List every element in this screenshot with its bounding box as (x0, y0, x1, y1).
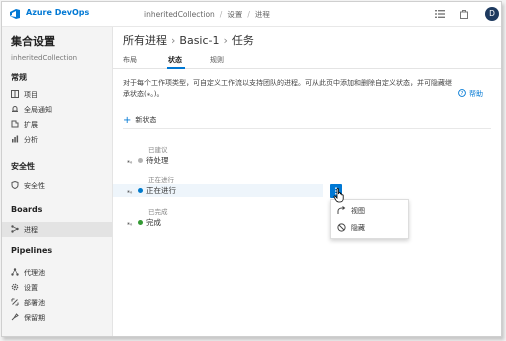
sidebar-item-process[interactable]: 进程 (2, 222, 112, 237)
inherited-state-icon: ⁎。 (127, 188, 135, 194)
svg-text:⁎。: ⁎。 (127, 188, 135, 194)
brand-name[interactable]: Azure DevOps (26, 8, 89, 17)
inherited-state-icon: ⁎。 (127, 158, 135, 164)
shopping-bag-icon[interactable] (459, 9, 469, 19)
menu-item-hide[interactable]: 隐藏 (331, 220, 408, 236)
section-pipelines-title: Pipelines (11, 246, 53, 255)
tab-states[interactable]: 状态 (168, 55, 182, 65)
tab-rules[interactable]: 规则 (210, 55, 224, 65)
state-color-dot (138, 188, 143, 193)
org-settings-title: 集合设置 (11, 35, 55, 48)
sidebar-item-projects[interactable]: 项目 (2, 87, 112, 102)
state-color-dot (138, 220, 143, 225)
sidebar-item-agent-pools[interactable]: 代理池 (2, 265, 112, 280)
deployment-pools-icon (11, 298, 19, 306)
breadcrumb-process-name[interactable]: Basic-1 (179, 34, 219, 47)
main-content: 所有进程 › Basic-1 › 任务 布局 状态 规则 对于每个工作项类型，可自定义工… (113, 27, 501, 336)
state-row-active[interactable]: ⁎。 正在进行 (113, 184, 323, 197)
category-completed-label: 已完成 (148, 208, 168, 216)
sidebar-item-label: 分析 (24, 136, 38, 144)
menu-item-label: 视图 (351, 207, 365, 215)
retention-icon (11, 313, 19, 321)
sidebar-item-label: 代理池 (24, 269, 45, 277)
breadcrumb-settings[interactable]: 设置 (227, 10, 242, 19)
inherited-state-icon: ⁎。 (127, 220, 135, 226)
state-row-done[interactable]: ⁎。 完成 (113, 216, 323, 229)
analytics-icon (12, 135, 19, 143)
sidebar-item-analytics[interactable]: 分析 (2, 132, 112, 147)
sidebar-item-label: 安全性 (24, 182, 45, 190)
sidebar-item-label: 项目 (24, 91, 38, 99)
svg-text:⁎。: ⁎。 (127, 158, 135, 164)
breadcrumb: inheritedCollection / 设置 / 进程 (144, 9, 270, 20)
new-state-button[interactable]: + 新状态 (123, 115, 156, 126)
sidebar-item-deployment-pools[interactable]: 部署池 (2, 295, 112, 310)
sidebar-item-settings[interactable]: 设置 (2, 280, 112, 295)
category-in-progress-label: 正在进行 (148, 176, 174, 184)
top-bar: Azure DevOps inheritedCollection / 设置 / 进程 D (2, 2, 501, 27)
help-link[interactable]: ? 帮助 (458, 89, 483, 99)
menu-item-label: 隐藏 (351, 224, 365, 232)
category-proposed-label: 已建议 (148, 146, 168, 154)
active-tab-indicator (167, 67, 185, 69)
new-state-label: 新状态 (135, 116, 157, 124)
tab-layout[interactable]: 布局 (123, 55, 137, 65)
notification-icon (12, 106, 18, 112)
sidebar-item-label: 全局通知 (24, 106, 52, 114)
svg-text:⁎。: ⁎。 (127, 220, 135, 226)
section-general-title: 常规 (11, 73, 27, 82)
breadcrumb-separator: / (219, 10, 223, 19)
state-name: 待处理 (146, 156, 169, 165)
sidebar-item-label: 部署池 (24, 299, 45, 307)
sidebar-item-retention[interactable]: 保留期 (2, 310, 112, 325)
state-color-dot (138, 158, 143, 163)
hand-cursor-icon (333, 188, 344, 203)
extensions-icon (11, 120, 19, 128)
sidebar-item-label: 保留期 (24, 314, 45, 322)
sidebar-item-extensions[interactable]: 扩展 (2, 117, 112, 132)
breadcrumb-work-item-type: 任务 (231, 34, 254, 47)
state-row-new[interactable]: ⁎。 待处理 (113, 154, 323, 167)
section-boards-title: Boards (11, 205, 43, 214)
menu-item-view[interactable]: 视图 (331, 203, 408, 219)
page-description: 对于每个工作项类型，可自定义工作流以支持团队的进程。可从此页中添加和删除自定义状… (123, 79, 452, 98)
azure-devops-logo-icon[interactable] (9, 8, 21, 20)
sidebar: 集合设置 inheritedCollection 常规 项目 全局通知 扩展 分… (2, 27, 113, 336)
projects-icon (11, 90, 19, 98)
section-security-title: 安全性 (11, 162, 35, 171)
chevron-right-icon: › (223, 34, 228, 47)
sidebar-item-label: 进程 (24, 226, 38, 234)
plus-icon: + (123, 115, 132, 126)
breadcrumb-process[interactable]: 进程 (255, 10, 270, 19)
svg-text:?: ? (461, 91, 464, 97)
sidebar-item-label: 设置 (24, 284, 38, 292)
breadcrumb-separator: / (247, 10, 250, 19)
sidebar-item-label: 扩展 (24, 121, 38, 129)
app-window: Azure DevOps inheritedCollection / 设置 / 进程 D… (1, 1, 502, 337)
process-icon (11, 225, 19, 233)
user-avatar[interactable]: D (485, 7, 499, 21)
breadcrumb-collection[interactable]: inheritedCollection (144, 10, 215, 19)
hide-icon (337, 223, 346, 232)
help-icon: ? (458, 89, 466, 97)
divider (123, 128, 491, 129)
help-label: 帮助 (469, 90, 483, 98)
state-context-menu: 视图 隐藏 (330, 199, 409, 239)
org-settings-subtitle: inheritedCollection (11, 54, 78, 62)
shield-icon (11, 181, 19, 189)
breadcrumb-all-processes[interactable]: 所有进程 (123, 34, 167, 47)
list-icon[interactable] (435, 9, 445, 19)
view-icon (337, 206, 346, 214)
page-title: 所有进程 › Basic-1 › 任务 (123, 32, 254, 48)
state-name: 完成 (146, 218, 161, 227)
agent-pools-icon (11, 268, 19, 276)
sidebar-item-security[interactable]: 安全性 (2, 178, 112, 193)
sidebar-item-global-notifications[interactable]: 全局通知 (2, 102, 112, 117)
state-name: 正在进行 (146, 186, 176, 195)
gear-icon (11, 283, 19, 291)
chevron-right-icon: › (171, 34, 176, 47)
